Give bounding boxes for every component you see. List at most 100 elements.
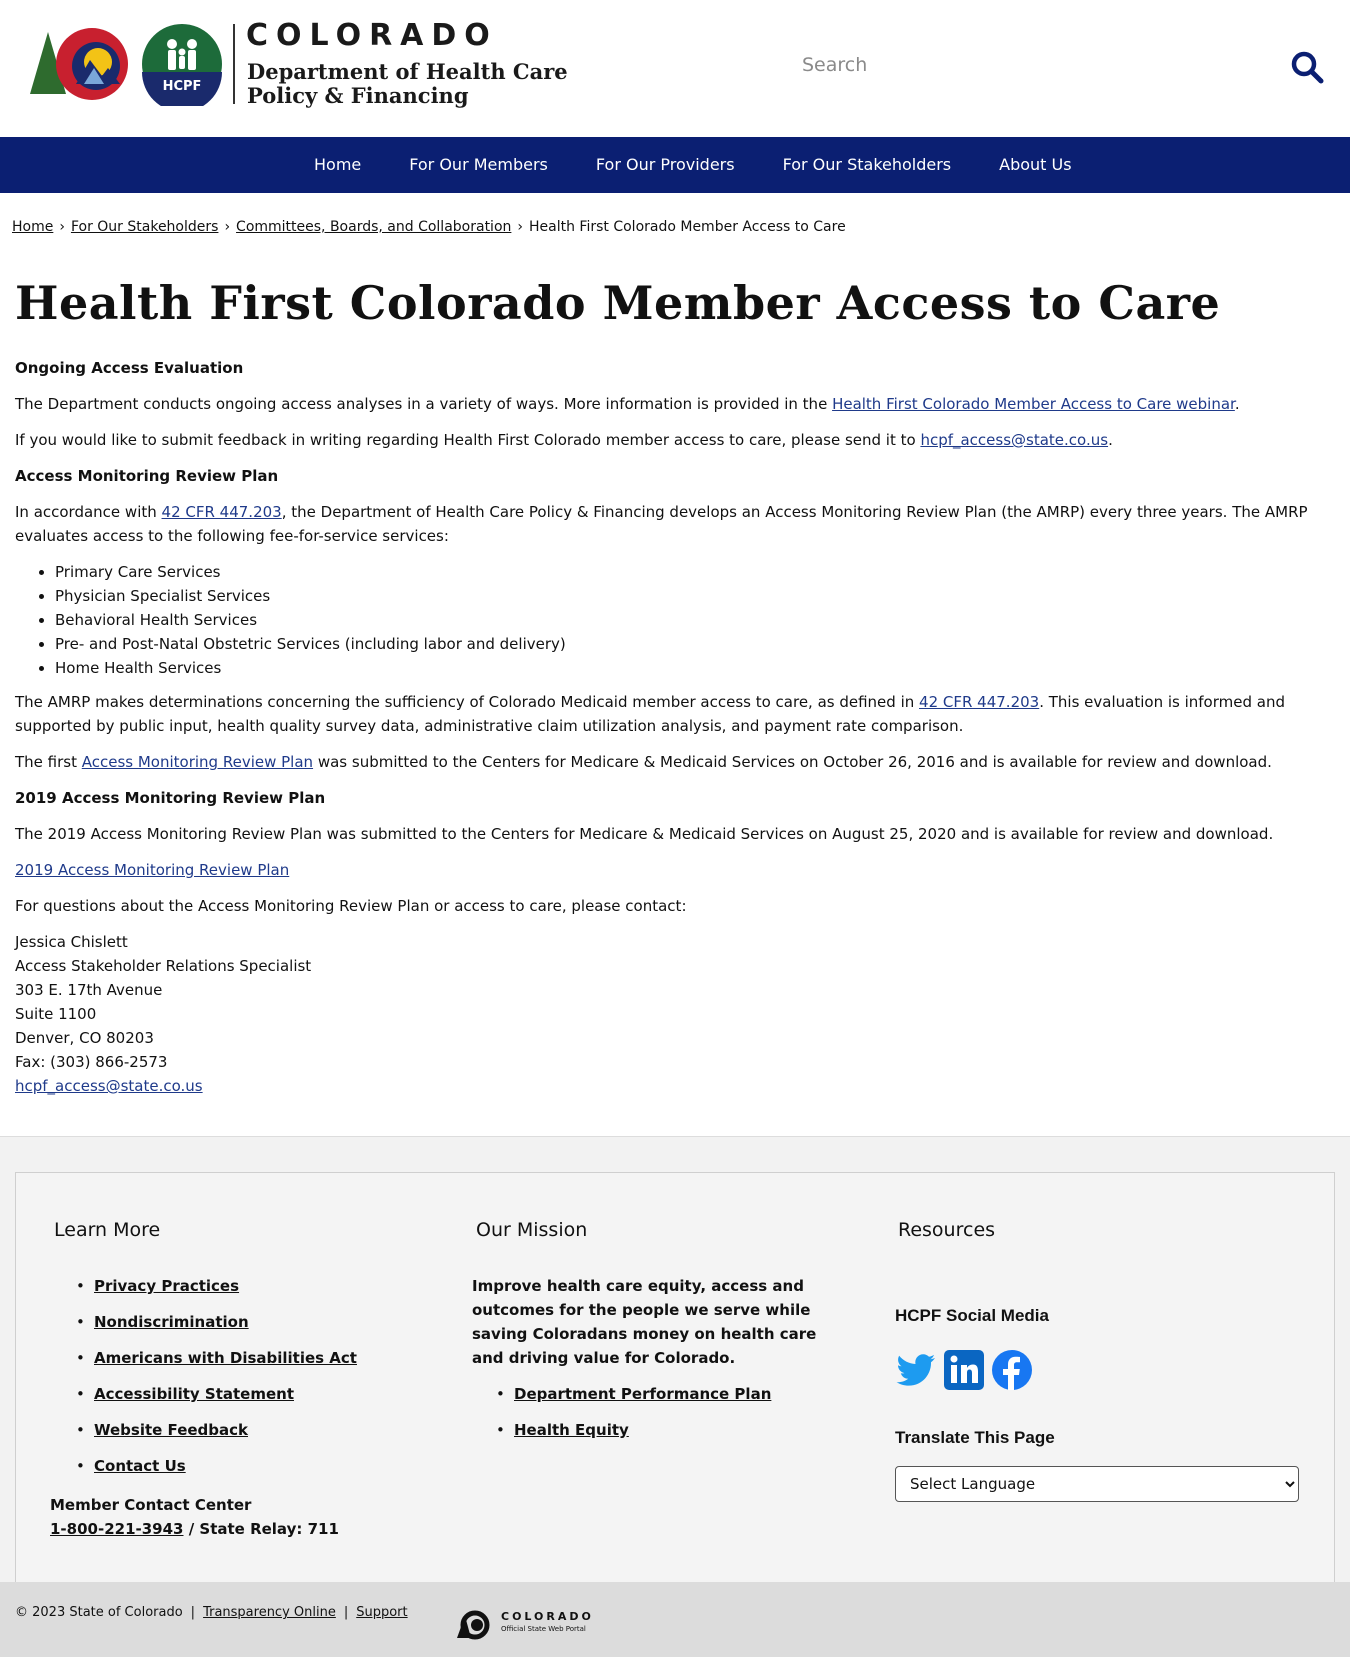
contact-email-link[interactable]: hcpf_access@state.co.us xyxy=(15,1077,203,1095)
logo-divider xyxy=(233,24,235,104)
nav-item-about[interactable]: About Us xyxy=(975,137,1095,193)
nav-item-members[interactable]: For Our Members xyxy=(385,137,572,193)
list-item: Accessibility Statement xyxy=(76,1382,357,1418)
logo-wordmark: COLORADO xyxy=(246,18,498,53)
section-heading-2019: 2019 Access Monitoring Review Plan xyxy=(15,789,326,807)
translate-title: Translate This Page xyxy=(895,1428,1055,1447)
department-name-line1: Department of Health Care xyxy=(247,59,568,84)
paragraph-2019-link: 2019 Access Monitoring Review Plan xyxy=(15,858,1335,882)
search-icon[interactable] xyxy=(1290,50,1324,84)
page-title: Health First Colorado Member Access to C… xyxy=(15,276,1221,330)
text: The AMRP makes determinations concerning… xyxy=(15,693,920,711)
main-nav: Home For Our Members For Our Providers F… xyxy=(0,137,1350,193)
contact-email-row: hcpf_access@state.co.us xyxy=(15,1074,1335,1098)
list-item: Contact Us xyxy=(76,1454,357,1490)
list-item: Home Health Services xyxy=(55,656,1335,680)
hcpf-logo-icon[interactable]: HCPF xyxy=(140,22,224,106)
member-contact-center: Member Contact Center 1-800-221-3943 / S… xyxy=(50,1493,339,1541)
section-heading-ongoing: Ongoing Access Evaluation xyxy=(15,359,244,377)
paragraph-questions: For questions about the Access Monitorin… xyxy=(15,897,687,915)
transparency-link[interactable]: Transparency Online xyxy=(203,1605,336,1620)
list-item: Website Feedback xyxy=(76,1418,357,1454)
paragraph-2019: The 2019 Access Monitoring Review Plan w… xyxy=(15,825,1274,843)
state-relay: / State Relay: 711 xyxy=(183,1520,339,1538)
divider: | xyxy=(190,1605,196,1620)
feedback-link[interactable]: Website Feedback xyxy=(94,1421,248,1439)
privacy-link[interactable]: Privacy Practices xyxy=(94,1277,239,1295)
support-link[interactable]: Support xyxy=(356,1605,407,1620)
paragraph-feedback: If you would like to submit feedback in … xyxy=(15,428,1335,452)
department-name-line2: Policy & Financing xyxy=(247,83,469,108)
member-contact-phone-row: 1-800-221-3943 / State Relay: 711 xyxy=(50,1517,339,1541)
colorado-logo-icon[interactable] xyxy=(28,22,136,106)
hcpf-badge-text: HCPF xyxy=(163,79,202,94)
footer-mission-list: Department Performance Plan Health Equit… xyxy=(496,1382,771,1454)
language-select[interactable]: Select Language xyxy=(895,1466,1299,1502)
bottom-bar: © 2023 State of Colorado | Transparency On… xyxy=(0,1582,1350,1657)
contact-fax: Fax: (303) 866-2573 xyxy=(15,1053,168,1071)
mission-text: Improve health care equity, access and o… xyxy=(472,1277,817,1367)
breadcrumb-current: Health First Colorado Member Access to C… xyxy=(529,219,846,235)
list-item: Health Equity xyxy=(496,1418,771,1454)
contact-title: Access Stakeholder Relations Specialist xyxy=(15,957,312,975)
divider: | xyxy=(343,1605,349,1620)
footer-mission-title: Our Mission xyxy=(476,1219,588,1241)
cfr-link[interactable]: 42 CFR 447.203 xyxy=(162,503,282,521)
email-link[interactable]: hcpf_access@state.co.us xyxy=(920,431,1108,449)
performance-plan-link[interactable]: Department Performance Plan xyxy=(514,1385,771,1403)
department-name: Department of Health Care Policy & Finan… xyxy=(247,60,568,108)
breadcrumb-separator: › xyxy=(59,219,65,235)
list-item: Privacy Practices xyxy=(76,1274,357,1310)
main-content: Ongoing Access Evaluation The Department… xyxy=(15,356,1335,1098)
text: . xyxy=(1234,395,1240,413)
text: The first xyxy=(15,753,82,771)
nondiscrimination-link[interactable]: Nondiscrimination xyxy=(94,1313,249,1331)
contact-us-link[interactable]: Contact Us xyxy=(94,1457,186,1475)
footer-resources-title: Resources xyxy=(898,1219,996,1241)
breadcrumb-committees[interactable]: Committees, Boards, and Collaboration xyxy=(236,219,511,235)
search-input[interactable] xyxy=(800,44,1264,86)
twitter-icon[interactable] xyxy=(895,1349,937,1391)
contact-address-2: Suite 1100 xyxy=(15,1005,97,1023)
breadcrumb: Home › For Our Stakeholders › Committees, Bo… xyxy=(12,219,846,235)
portal-subtitle: Official State Web Portal xyxy=(501,1625,586,1633)
copyright: © 2023 State of Colorado | Transparency On… xyxy=(15,1605,408,1620)
nav-item-home[interactable]: Home xyxy=(290,137,385,193)
contact-block: Jessica Chislett Access Stakeholder Rela… xyxy=(15,930,1335,1098)
cfr-link[interactable]: 42 CFR 447.203 xyxy=(919,693,1039,711)
list-item: Americans with Disabilities Act xyxy=(76,1346,357,1382)
breadcrumb-separator: › xyxy=(517,219,523,235)
list-item: Behavioral Health Services xyxy=(55,608,1335,632)
nav-item-providers[interactable]: For Our Providers xyxy=(572,137,759,193)
accessibility-link[interactable]: Accessibility Statement xyxy=(94,1385,294,1403)
health-equity-link[interactable]: Health Equity xyxy=(514,1421,629,1439)
webinar-link[interactable]: Health First Colorado Member Access to C… xyxy=(832,395,1235,413)
services-list: Primary Care Services Physician Speciali… xyxy=(15,560,1335,680)
breadcrumb-stakeholders[interactable]: For Our Stakeholders xyxy=(71,219,218,235)
social-media-title: HCPF Social Media xyxy=(895,1306,1049,1325)
nav-item-stakeholders[interactable]: For Our Stakeholders xyxy=(759,137,976,193)
portal-wordmark: COLORADO xyxy=(501,1610,594,1623)
amrp-2019-link[interactable]: 2019 Access Monitoring Review Plan xyxy=(15,861,289,879)
facebook-icon[interactable] xyxy=(991,1349,1033,1391)
state-portal-icon xyxy=(457,1610,490,1640)
contact-address-1: 303 E. 17th Avenue xyxy=(15,981,163,999)
list-item: Department Performance Plan xyxy=(496,1382,771,1418)
member-contact-label: Member Contact Center xyxy=(50,1496,252,1514)
section-heading-amrp: Access Monitoring Review Plan xyxy=(15,467,279,485)
linkedin-icon[interactable] xyxy=(943,1349,985,1391)
copyright-text: © 2023 State of Colorado xyxy=(15,1605,183,1620)
contact-city: Denver, CO 80203 xyxy=(15,1029,154,1047)
text: The Department conducts ongoing access a… xyxy=(15,395,833,413)
member-phone-link[interactable]: 1-800-221-3943 xyxy=(50,1520,183,1538)
footer-learn-more-list: Privacy Practices Nondiscrimination Amer… xyxy=(76,1274,357,1490)
paragraph-ongoing: The Department conducts ongoing access a… xyxy=(15,392,1335,416)
paragraph-amrp: In accordance with 42 CFR 447.203, the D… xyxy=(15,500,1335,548)
text: was submitted to the Centers for Medicar… xyxy=(313,753,1272,771)
state-portal-logo[interactable]: COLORADO Official State Web Portal xyxy=(455,1610,591,1640)
main-nav-items: Home For Our Members For Our Providers F… xyxy=(290,137,1096,193)
breadcrumb-home[interactable]: Home xyxy=(12,219,53,235)
amrp-link[interactable]: Access Monitoring Review Plan xyxy=(82,753,313,771)
ada-link[interactable]: Americans with Disabilities Act xyxy=(94,1349,357,1367)
text: . xyxy=(1108,431,1113,449)
